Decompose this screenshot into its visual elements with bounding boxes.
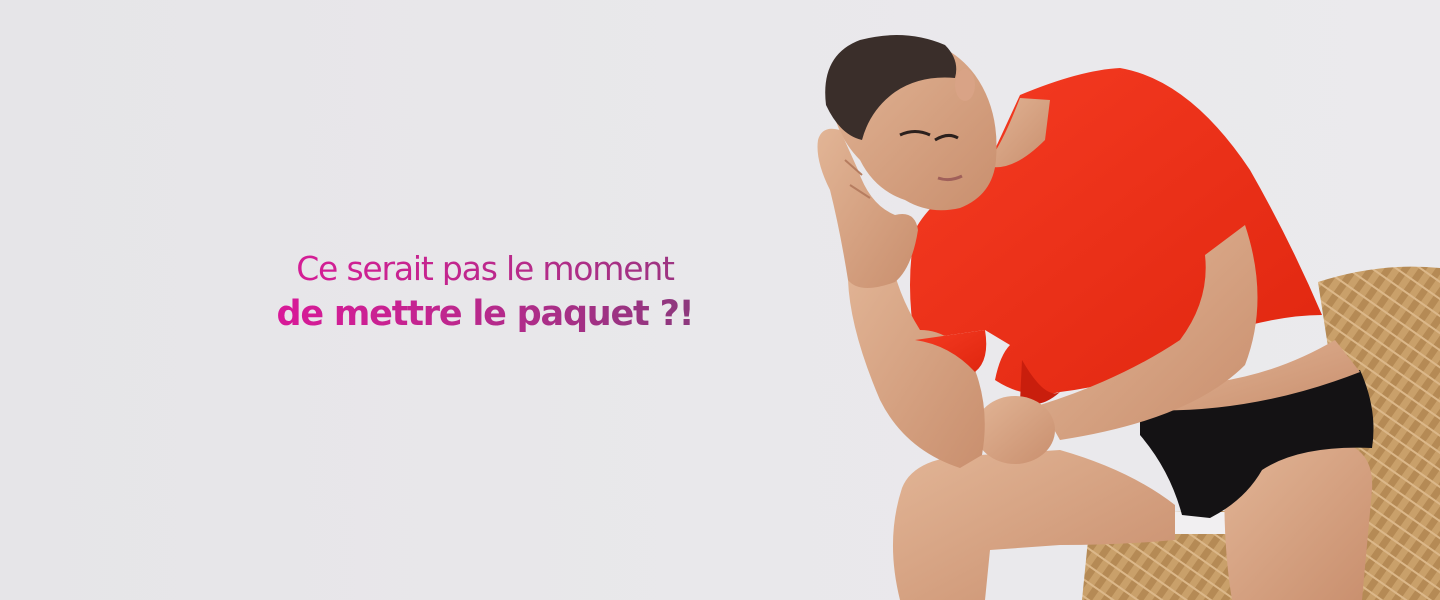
headline-line-2: de mettre le paquet ?! — [200, 297, 770, 332]
headline-line-1: Ce serait pas le moment — [200, 252, 770, 285]
man-in-red-tshirt-icon — [817, 35, 1440, 600]
gripping-hand — [975, 396, 1055, 464]
hero-banner: Ce serait pas le moment de mettre le paq… — [0, 0, 1440, 600]
headline: Ce serait pas le moment de mettre le paq… — [200, 252, 770, 332]
